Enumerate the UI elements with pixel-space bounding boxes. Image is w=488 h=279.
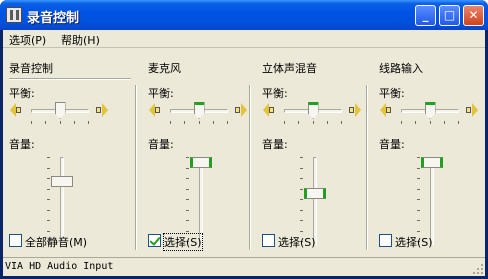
section-microphone: 麦克风平衡: 音量: 选择(S)	[142, 49, 252, 256]
volume-label: 音量:	[262, 138, 288, 151]
balance-slider[interactable]	[284, 102, 343, 126]
section-title: 线路输入	[379, 62, 423, 75]
right-speaker-icon	[348, 103, 362, 117]
section-recording-control: 录音控制平衡: 音量: 全部静音(M)	[3, 49, 133, 256]
section-title: 录音控制	[9, 62, 53, 75]
volume-slider-thumb[interactable]	[51, 176, 73, 188]
left-speaker-icon	[149, 103, 163, 117]
minimize-button[interactable]: _	[415, 5, 436, 26]
balance-slider[interactable]	[170, 102, 229, 126]
checkbox-box[interactable]	[262, 234, 275, 247]
maximize-button[interactable]: □	[439, 5, 460, 26]
balance-slider-thumb[interactable]	[54, 102, 66, 119]
menu-bar: 选项(P) 帮助(H)	[3, 30, 485, 48]
status-text: VIA HD Audio Input	[5, 261, 114, 272]
section-separator	[135, 85, 137, 250]
volume-slider-thumb[interactable]	[190, 157, 212, 168]
section-separator	[249, 85, 251, 250]
right-speaker-icon	[95, 103, 109, 117]
balance-label: 平衡:	[379, 87, 405, 100]
window-title: 录音控制	[27, 11, 80, 26]
balance-slider[interactable]	[401, 102, 460, 126]
section-separator	[366, 85, 368, 250]
checkbox-label[interactable]: 选择(S)	[163, 233, 203, 251]
volume-slider-thumb[interactable]	[421, 157, 443, 168]
title-bar[interactable]: 录音控制 _ □ ✕	[0, 0, 488, 30]
volume-slider[interactable]	[186, 157, 216, 245]
client-area: 选项(P) 帮助(H) 录音控制平衡: 音量: 全部静音(M) 麦克风平衡: 音量: 选择…	[3, 30, 485, 276]
balance-slider-thumb[interactable]	[307, 102, 319, 119]
checkbox-box[interactable]	[9, 234, 22, 247]
volume-slider[interactable]	[300, 157, 330, 245]
volume-slider-thumb[interactable]	[304, 187, 326, 199]
status-bar: VIA HD Audio Input	[3, 257, 485, 276]
close-button[interactable]: ✕	[463, 5, 484, 26]
volume-slider[interactable]	[417, 157, 447, 245]
app-window: 录音控制 _ □ ✕ 选项(P) 帮助(H) 录音控制平衡: 音量: 全部静音(M)…	[0, 0, 488, 279]
balance-slider-thumb[interactable]	[424, 102, 436, 119]
volume-slider[interactable]	[47, 157, 77, 245]
checkbox-box[interactable]	[379, 234, 392, 247]
left-speaker-icon	[263, 103, 277, 117]
title-divider	[9, 78, 131, 80]
balance-label: 平衡:	[262, 87, 288, 100]
section-title: 立体声混音	[262, 62, 317, 75]
checkbox-label[interactable]: 选择(S)	[278, 234, 316, 250]
balance-slider[interactable]	[31, 102, 90, 126]
volume-label: 音量:	[379, 138, 405, 151]
checkbox-label[interactable]: 全部静音(M)	[25, 234, 87, 250]
left-speaker-icon	[380, 103, 394, 117]
checkbox-label[interactable]: 选择(S)	[395, 234, 433, 250]
balance-label: 平衡:	[148, 87, 174, 100]
menu-help[interactable]: 帮助(H)	[61, 32, 100, 48]
right-speaker-icon	[465, 103, 479, 117]
mixer-panel: 录音控制平衡: 音量: 全部静音(M) 麦克风平衡: 音量: 选择(S) 立体声混音平衡: 音…	[3, 49, 485, 256]
section-stereo-mix: 立体声混音平衡: 音量: 选择(S)	[256, 49, 368, 256]
volume-label: 音量:	[9, 138, 35, 151]
right-speaker-icon	[234, 103, 248, 117]
checkbox-box[interactable]	[148, 234, 161, 247]
volume-control-icon[interactable]	[6, 7, 22, 23]
resize-grip[interactable]	[473, 264, 483, 274]
balance-label: 平衡:	[9, 87, 35, 100]
section-line-in: 线路输入平衡: 音量: 选择(S)	[373, 49, 483, 256]
balance-slider-thumb[interactable]	[193, 102, 205, 119]
left-speaker-icon	[10, 103, 24, 117]
section-title: 麦克风	[148, 62, 181, 75]
volume-label: 音量:	[148, 138, 174, 151]
menu-options[interactable]: 选项(P)	[9, 32, 46, 48]
